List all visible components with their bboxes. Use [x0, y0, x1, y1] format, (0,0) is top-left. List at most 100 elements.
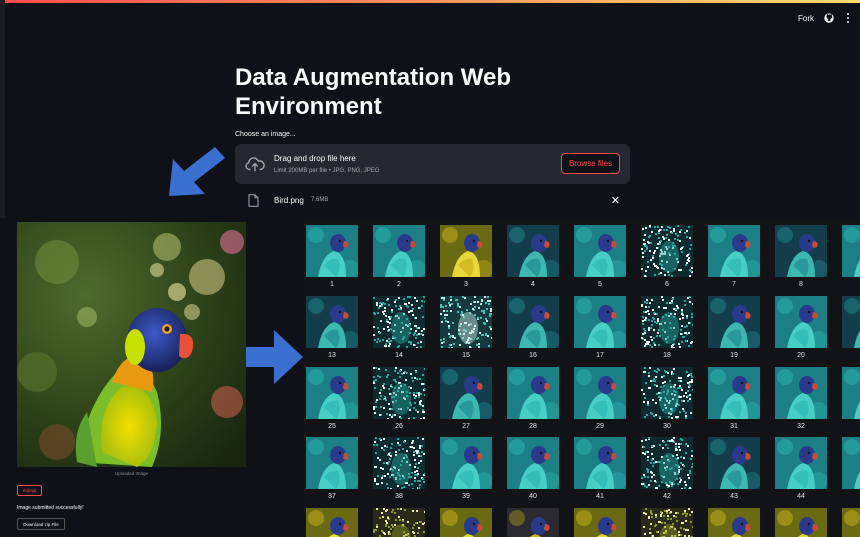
augmented-thumbnail — [507, 437, 559, 489]
augmented-thumbnail — [641, 296, 693, 348]
augmented-thumbnail — [775, 225, 827, 277]
augmented-thumbnail — [641, 437, 693, 489]
augmented-thumbnail — [574, 296, 626, 348]
dropzone-limits: Limit 200MB per file • JPG, PNG, JPEG — [274, 168, 380, 174]
thumbnail-index-label: 2 — [397, 281, 401, 288]
augmented-thumbnail — [708, 367, 760, 419]
file-name: Bird.png — [274, 196, 304, 205]
augmented-thumbnail — [507, 367, 559, 419]
thumbnail-index-label: 14 — [395, 352, 403, 359]
augmented-thumbnail — [641, 367, 693, 419]
arrow-right-icon — [246, 330, 303, 384]
augmented-thumbnail — [440, 367, 492, 419]
augmented-thumbnail — [842, 296, 860, 348]
thumbnail-index-label: 3 — [464, 281, 468, 288]
thumbnail-index-label: 44 — [797, 493, 805, 500]
thumbnail-index-label: 39 — [462, 493, 470, 500]
thumbnail-index-label: 7 — [732, 281, 736, 288]
augmented-thumbnail — [373, 437, 425, 489]
augmented-thumbnail — [775, 437, 827, 489]
augmented-thumbnail — [708, 437, 760, 489]
app-header-actions: Fork — [798, 13, 852, 23]
thumbnail-index-label: 31 — [730, 423, 738, 430]
file-size: 7.6MB — [311, 197, 329, 203]
augmented-thumbnail — [842, 437, 860, 489]
augmented-thumbnail — [574, 367, 626, 419]
thumbnail-index-label: 42 — [663, 493, 671, 500]
augmented-thumbnail — [306, 508, 358, 537]
augmented-thumbnail — [708, 296, 760, 348]
file-icon — [248, 194, 259, 207]
augmented-thumbnail — [842, 508, 860, 537]
thumbnail-index-label: 29 — [596, 423, 604, 430]
augmented-thumbnail — [306, 225, 358, 277]
thumbnail-index-label: 15 — [462, 352, 470, 359]
augmented-thumbnail — [373, 296, 425, 348]
augmented-thumbnail — [440, 296, 492, 348]
augmented-thumbnail — [708, 508, 760, 537]
thumbnail-index-label: 19 — [730, 352, 738, 359]
augmented-thumbnail — [373, 225, 425, 277]
arrow-down-left-icon — [169, 147, 225, 196]
top-accent-line — [0, 0, 860, 3]
dropzone-title: Drag and drop file here — [274, 154, 356, 163]
augmented-thumbnail — [842, 367, 860, 419]
browse-files-button[interactable]: Browse files — [561, 153, 620, 174]
augmented-thumbnail — [507, 296, 559, 348]
thumbnail-index-label: 32 — [797, 423, 805, 430]
augmented-thumbnail — [641, 225, 693, 277]
augmented-thumbnail — [373, 508, 425, 537]
augmented-thumbnail — [775, 367, 827, 419]
thumbnail-index-label: 25 — [328, 423, 336, 430]
thumbnail-index-label: 26 — [395, 423, 403, 430]
page-title: Data Augmentation Web Environment — [235, 64, 512, 120]
thumbnail-index-label: 6 — [665, 281, 669, 288]
thumbnail-index-label: 40 — [529, 493, 537, 500]
augmented-thumbnail — [440, 508, 492, 537]
thumbnail-index-label: 20 — [797, 352, 805, 359]
augmented-thumbnail — [507, 225, 559, 277]
thumbnail-index-label: 41 — [596, 493, 604, 500]
thumbnail-index-label: 17 — [596, 352, 604, 359]
fork-link[interactable]: Fork — [798, 14, 814, 23]
augmented-thumbnail — [842, 225, 860, 277]
remove-file-icon[interactable]: ✕ — [611, 194, 620, 207]
file-dropzone[interactable]: Drag and drop file here Limit 200MB per … — [235, 144, 630, 184]
augmented-thumbnail — [306, 367, 358, 419]
thumbnail-index-label: 8 — [799, 281, 803, 288]
uploaded-image — [17, 222, 246, 467]
augmented-thumbnail — [440, 437, 492, 489]
thumbnail-index-label: 28 — [529, 423, 537, 430]
uploader-label: Choose an image... — [235, 131, 296, 138]
thumbnail-index-label: 16 — [529, 352, 537, 359]
augmented-thumbnail — [574, 508, 626, 537]
augmented-thumbnail — [775, 508, 827, 537]
thumbnail-index-label: 30 — [663, 423, 671, 430]
thumbnail-index-label: 43 — [730, 493, 738, 500]
cloud-upload-icon — [245, 157, 265, 172]
augmented-thumbnail — [507, 508, 559, 537]
download-zip-button[interactable]: Download zip File — [17, 518, 65, 530]
thumbnail-index-label: 27 — [462, 423, 470, 430]
augmented-thumbnail — [373, 367, 425, 419]
submit-button[interactable]: Submit — [17, 485, 42, 496]
thumbnail-index-label: 18 — [663, 352, 671, 359]
augmented-thumbnail — [440, 225, 492, 277]
thumbnail-index-label: 1 — [330, 281, 334, 288]
thumbnail-index-label: 38 — [395, 493, 403, 500]
augmented-thumbnail — [708, 225, 760, 277]
success-message: Image submitted successfully! — [17, 505, 84, 511]
augmented-thumbnail — [574, 225, 626, 277]
augmented-images-grid: 1 2 3 4 5 6 7 8 13 14 15 16 17 18 19 20 25 26 27 28 29 30 31 32… — [303, 218, 860, 537]
augmented-thumbnail — [306, 437, 358, 489]
github-icon[interactable] — [824, 13, 834, 23]
thumbnail-index-label: 5 — [598, 281, 602, 288]
augmented-thumbnail — [641, 508, 693, 537]
thumbnail-index-label: 4 — [531, 281, 535, 288]
thumbnail-index-label: 13 — [328, 352, 336, 359]
uploaded-file-row: Bird.png 7.6MB ✕ — [235, 192, 630, 210]
image-caption: Uploaded Image — [114, 471, 149, 476]
augmented-thumbnail — [306, 296, 358, 348]
augmented-thumbnail — [574, 437, 626, 489]
main-menu-icon[interactable] — [844, 13, 852, 23]
